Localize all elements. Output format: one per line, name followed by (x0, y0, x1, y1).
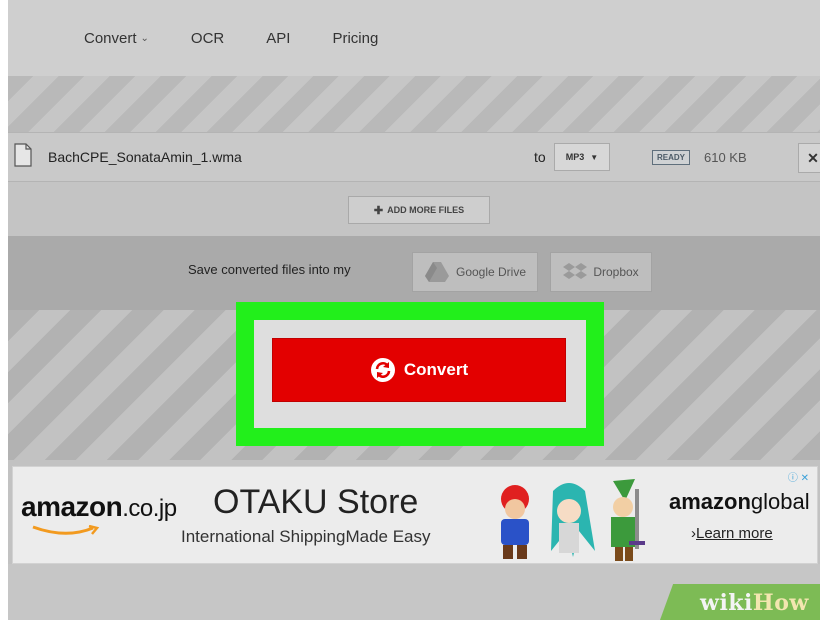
dropbox-icon (563, 263, 588, 279)
add-more-files-label: ADD MORE FILES (387, 205, 465, 215)
ad-choices-icon[interactable]: ⓘ ✕ (788, 469, 809, 484)
amazon-smile-icon (32, 525, 100, 535)
file-icon (14, 143, 32, 167)
file-row: BachCPE_SonataAmin_1.wma to MP3 ▼ READY … (8, 132, 820, 182)
ad-brand: amazon (21, 491, 123, 522)
save-destination-row: Save converted files into my Google Driv… (8, 236, 820, 310)
save-destination-label: Save converted files into my (188, 262, 351, 277)
ad-subtitle: International ShippingMade Easy (181, 527, 431, 546)
caret-down-icon: ▼ (590, 152, 599, 162)
output-format-value: MP3 (565, 152, 585, 162)
convert-refresh-icon (370, 358, 395, 382)
dropbox-button[interactable]: Dropbox (550, 252, 652, 292)
ad-global-logo: amazonglobal (669, 489, 810, 515)
watermark-how: How (752, 590, 809, 616)
nav-pricing[interactable]: Pricing (332, 30, 378, 47)
file-size: 610 KB (704, 150, 747, 165)
ad-learn-more-label: Learn more (696, 525, 773, 542)
watermark-wiki: wiki (700, 590, 753, 616)
background-pattern (8, 76, 820, 132)
ad-learn-more-link[interactable]: ›Learn more (691, 525, 773, 542)
browser-viewport: Convert ⌄ OCR API Pricing BachCPE_Sonata… (8, 0, 820, 620)
ad-amazon-logo: amazon.co.jp (21, 491, 177, 523)
ad-banner[interactable]: amazon.co.jp OTAKU Store International S… (12, 466, 818, 564)
nav-ocr-label: OCR (190, 29, 225, 47)
ad-characters-image (501, 479, 645, 561)
google-drive-icon (424, 262, 449, 282)
output-format-select[interactable]: MP3 ▼ (554, 143, 610, 171)
nav-api[interactable]: API (266, 30, 290, 47)
file-name: BachCPE_SonataAmin_1.wma (48, 149, 242, 165)
nav-api-label: API (266, 29, 291, 47)
add-more-files-button[interactable]: ✚ ADD MORE FILES (348, 196, 490, 224)
nav-convert-label: Convert (84, 29, 137, 47)
plus-icon: ✚ (373, 204, 384, 217)
convert-button-label: Convert (403, 360, 469, 379)
google-drive-button[interactable]: Google Drive (412, 252, 538, 292)
google-drive-label: Google Drive (455, 265, 527, 279)
nav-ocr[interactable]: OCR (191, 30, 224, 47)
watermark-logo: wikiHow (700, 590, 809, 616)
nav-pricing-label: Pricing (332, 29, 379, 47)
add-files-area: ✚ ADD MORE FILES (8, 182, 820, 236)
remove-file-button[interactable]: ✕ (798, 143, 820, 173)
dropbox-label: Dropbox (593, 265, 639, 279)
ad-title: OTAKU Store (213, 483, 419, 521)
top-nav: Convert ⌄ OCR API Pricing (8, 0, 820, 76)
to-label: to (534, 149, 546, 165)
ad-global-suffix: global (750, 489, 810, 514)
convert-button[interactable]: Convert (272, 338, 566, 402)
ad-global-brand: amazon (669, 489, 751, 514)
nav-convert[interactable]: Convert ⌄ (84, 30, 149, 47)
status-badge: READY (652, 150, 691, 165)
ad-brand-tld: .co.jp (122, 495, 177, 522)
chevron-down-icon: ⌄ (140, 32, 149, 44)
